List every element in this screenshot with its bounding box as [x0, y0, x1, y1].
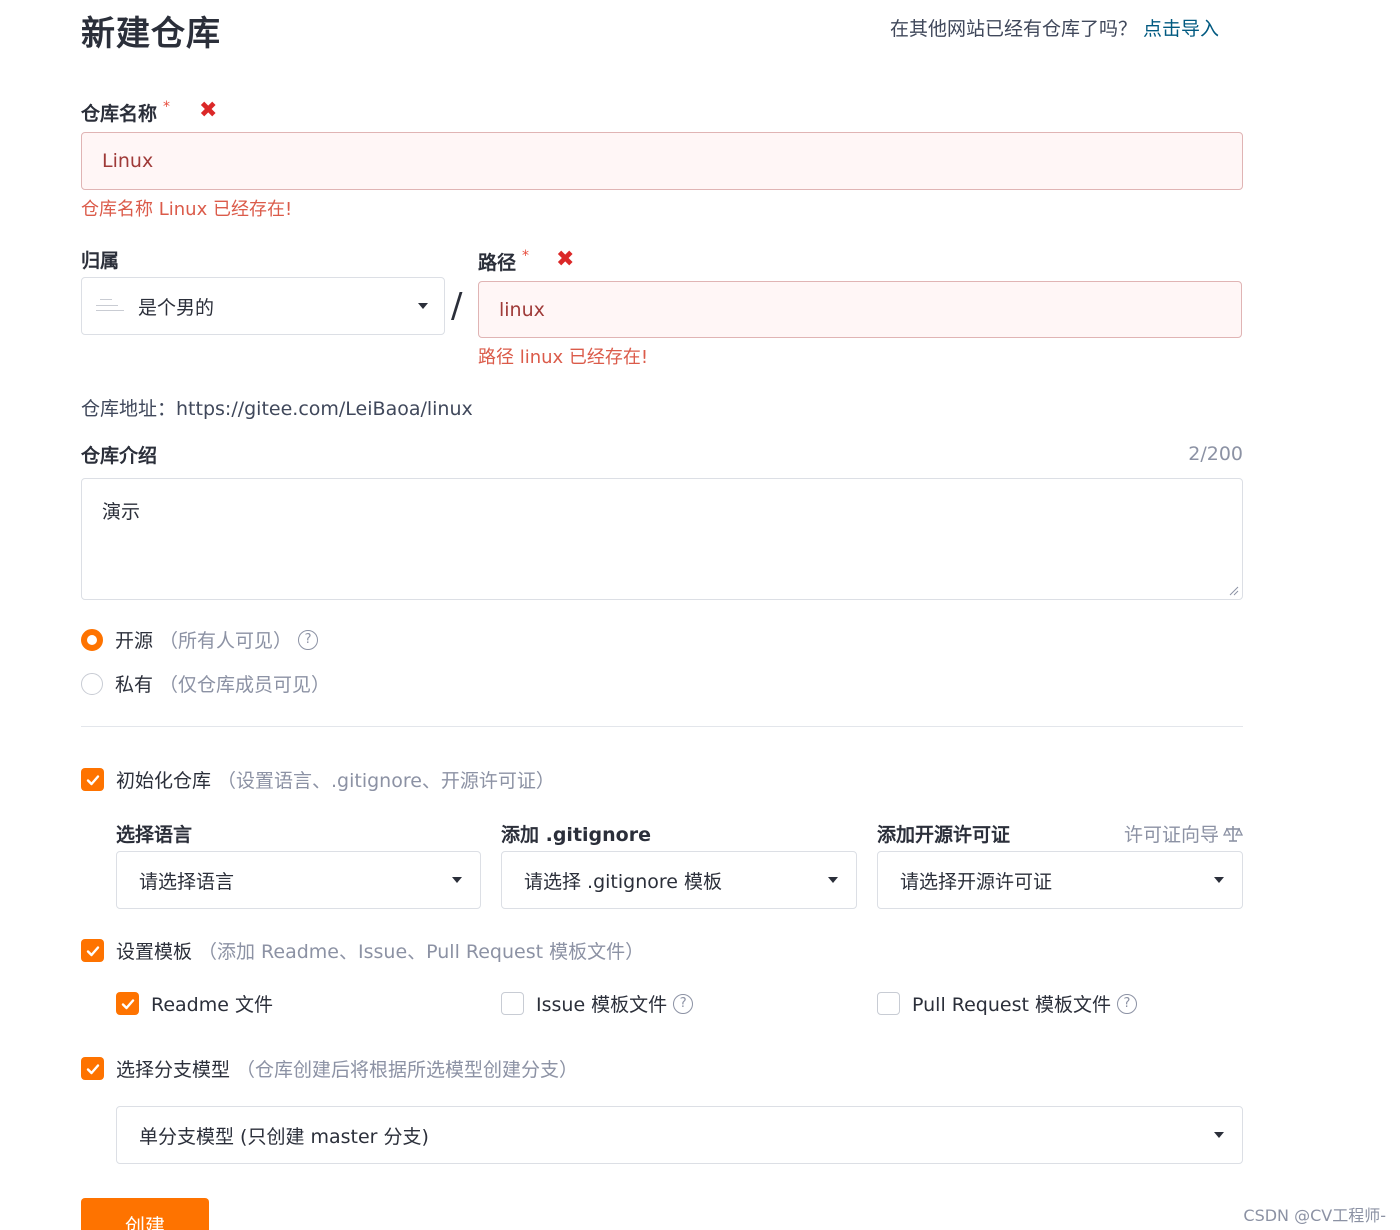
- repo-url-value: https://gitee.com/LeiBaoa/linux: [176, 398, 473, 420]
- private-hint: （仅仓库成员可见）: [159, 674, 331, 696]
- public-label: 开源: [115, 630, 154, 652]
- help-icon[interactable]: ?: [673, 993, 694, 1014]
- path-value: linux: [499, 298, 545, 321]
- branch-model-checkbox[interactable]: [81, 1057, 104, 1080]
- license-guide-text: 许可证向导: [1123, 824, 1219, 846]
- issue-checkbox[interactable]: [501, 992, 524, 1015]
- page-title: 新建仓库: [81, 14, 221, 54]
- divider: [81, 726, 1243, 727]
- license-placeholder: 请选择开源许可证: [900, 870, 1053, 893]
- owner-select[interactable]: 是个男的: [81, 277, 445, 335]
- chevron-down-icon: [418, 303, 428, 309]
- language-placeholder: 请选择语言: [139, 870, 235, 893]
- error-x-icon: ✖: [556, 247, 575, 272]
- path-label-text: 路径: [478, 252, 517, 274]
- init-repo-label: 初始化仓库: [116, 770, 212, 792]
- branch-model-option[interactable]: 选择分支模型 （仓库创建后将根据所选模型创建分支）: [81, 1055, 578, 1082]
- init-repo-checkbox[interactable]: [81, 768, 104, 791]
- visibility-private[interactable]: 私有 （仅仓库成员可见）: [81, 670, 330, 697]
- description-label: 仓库介绍: [81, 445, 158, 467]
- language-label: 选择语言: [116, 824, 193, 846]
- branch-model-hint: （仓库创建后将根据所选模型创建分支）: [236, 1059, 579, 1081]
- language-select[interactable]: 请选择语言: [116, 851, 481, 909]
- watermark: CSDN @CV工程师-: [1243, 1206, 1386, 1225]
- repo-name-value: Linux: [102, 150, 154, 172]
- license-guide-link[interactable]: 许可证向导: [1124, 820, 1243, 847]
- radio-private[interactable]: [81, 672, 103, 695]
- path-label: 路径 *: [478, 248, 529, 275]
- templates-checkbox[interactable]: [81, 939, 104, 962]
- branch-model-value: 单分支模型 (只创建 master 分支): [139, 1125, 429, 1148]
- visibility-public[interactable]: 开源 （所有人可见） ?: [81, 626, 319, 653]
- repo-name-label: 仓库名称 *: [81, 99, 170, 126]
- import-question: 在其他网站已经有仓库了吗？: [890, 18, 1138, 40]
- pr-label: Pull Request 模板文件: [912, 994, 1111, 1016]
- resize-handle-icon[interactable]: [1229, 586, 1239, 596]
- repo-name-label-text: 仓库名称: [81, 103, 158, 125]
- init-repo-hint: （设置语言、.gitignore、开源许可证）: [217, 770, 555, 792]
- init-repo-option[interactable]: 初始化仓库 （设置语言、.gitignore、开源许可证）: [81, 766, 555, 793]
- readme-checkbox[interactable]: [116, 992, 139, 1015]
- branch-model-label: 选择分支模型: [116, 1059, 231, 1081]
- gitignore-placeholder: 请选择 .gitignore 模板: [524, 870, 722, 893]
- check-icon: [86, 774, 99, 785]
- chevron-down-icon: [1214, 1132, 1224, 1138]
- path-error: 路径 linux 已经存在!: [478, 347, 649, 368]
- pr-template-option[interactable]: Pull Request 模板文件 ?: [877, 990, 1137, 1017]
- check-icon: [86, 945, 99, 956]
- radio-public[interactable]: [81, 628, 103, 651]
- error-x-icon: ✖: [199, 98, 218, 123]
- path-separator: /: [451, 286, 463, 326]
- help-icon[interactable]: ?: [298, 629, 319, 650]
- description-textarea[interactable]: 演示: [81, 478, 1243, 600]
- repo-name-input[interactable]: Linux: [81, 132, 1243, 190]
- readme-label: Readme 文件: [151, 994, 273, 1016]
- repo-url: 仓库地址：https://gitee.com/LeiBaoa/linux: [81, 394, 473, 421]
- avatar: [94, 295, 126, 317]
- templates-label: 设置模板: [116, 941, 193, 963]
- public-hint: （所有人可见）: [159, 630, 293, 652]
- import-hint: 在其他网站已经有仓库了吗？ 点击导入: [890, 14, 1219, 41]
- path-input[interactable]: linux: [478, 281, 1242, 338]
- templates-option[interactable]: 设置模板 （添加 Readme、Issue、Pull Request 模板文件）: [81, 937, 644, 964]
- check-icon: [121, 998, 134, 1009]
- check-icon: [86, 1063, 99, 1074]
- private-label: 私有: [115, 674, 154, 696]
- description-counter: 2/200: [1188, 443, 1243, 465]
- pr-checkbox[interactable]: [877, 992, 900, 1015]
- create-button[interactable]: 创建: [81, 1198, 209, 1230]
- chevron-down-icon: [452, 877, 462, 883]
- required-mark: *: [522, 248, 530, 264]
- owner-value: 是个男的: [138, 296, 215, 319]
- chevron-down-icon: [1214, 877, 1224, 883]
- issue-template-option[interactable]: Issue 模板文件 ?: [501, 990, 694, 1017]
- owner-label: 归属: [81, 250, 120, 272]
- license-select[interactable]: 请选择开源许可证: [877, 851, 1243, 909]
- gitignore-label: 添加 .gitignore: [501, 824, 651, 846]
- chevron-down-icon: [828, 877, 838, 883]
- readme-template-option[interactable]: Readme 文件: [116, 990, 273, 1017]
- required-mark: *: [163, 99, 171, 115]
- repo-name-error: 仓库名称 Linux 已经存在!: [81, 199, 293, 220]
- templates-hint: （添加 Readme、Issue、Pull Request 模板文件）: [198, 941, 645, 963]
- import-link[interactable]: 点击导入: [1143, 18, 1219, 40]
- license-label: 添加开源许可证: [877, 824, 1011, 846]
- issue-label: Issue 模板文件: [536, 994, 668, 1016]
- branch-model-select[interactable]: 单分支模型 (只创建 master 分支): [116, 1106, 1243, 1164]
- description-value: 演示: [102, 501, 141, 523]
- repo-url-label: 仓库地址：: [81, 398, 177, 420]
- scale-icon: [1223, 825, 1243, 842]
- gitignore-select[interactable]: 请选择 .gitignore 模板: [501, 851, 857, 909]
- help-icon[interactable]: ?: [1116, 993, 1137, 1014]
